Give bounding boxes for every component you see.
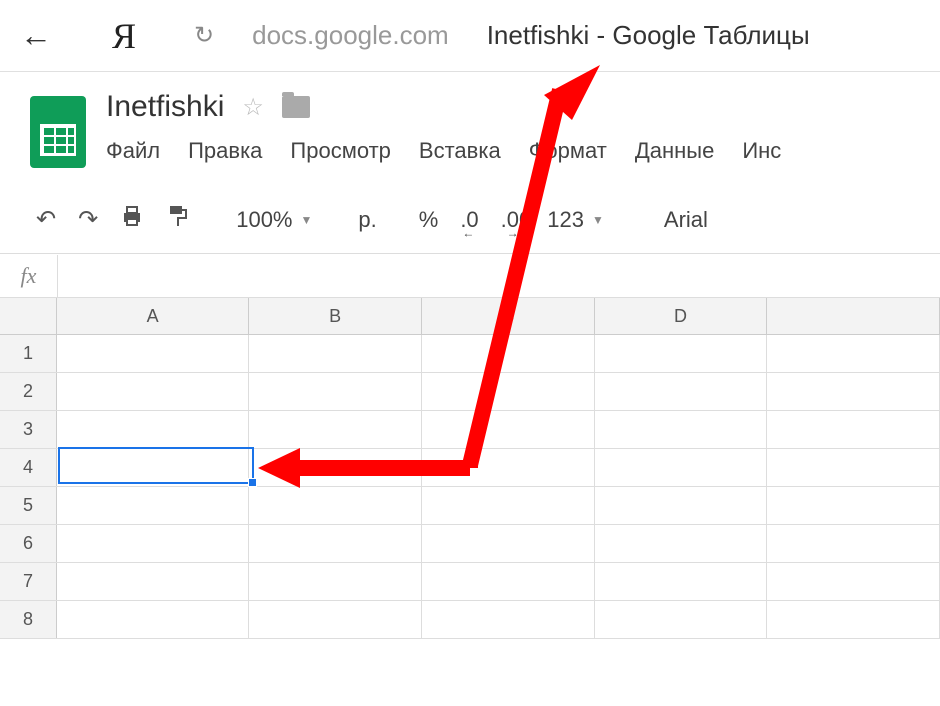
cell-a7[interactable] (57, 563, 249, 600)
cell-c1[interactable] (422, 335, 595, 372)
menu-data[interactable]: Данные (635, 138, 714, 164)
cell-a2[interactable] (57, 373, 249, 410)
cell-a8[interactable] (57, 601, 249, 638)
url-text[interactable]: docs.google.com (252, 20, 449, 51)
cell-e5[interactable] (767, 487, 940, 524)
cell-d5[interactable] (595, 487, 768, 524)
menu-insert[interactable]: Вставка (419, 138, 501, 164)
cell-d2[interactable] (595, 373, 768, 410)
yandex-logo-icon[interactable]: Я (92, 15, 156, 57)
cell-b6[interactable] (249, 525, 422, 562)
row-header-1[interactable]: 1 (0, 335, 57, 372)
row-header-3[interactable]: 3 (0, 411, 57, 448)
dropdown-arrow-icon: ▼ (301, 213, 313, 227)
cell-a4[interactable] (57, 449, 249, 486)
undo-icon[interactable]: ↶ (30, 201, 62, 238)
cell-d1[interactable] (595, 335, 768, 372)
cell-b8[interactable] (249, 601, 422, 638)
menu-tools[interactable]: Инс (742, 138, 781, 164)
cell-b1[interactable] (249, 335, 422, 372)
cell-b4[interactable] (249, 449, 422, 486)
cell-e2[interactable] (767, 373, 940, 410)
cell-e6[interactable] (767, 525, 940, 562)
column-header-a[interactable]: A (57, 298, 249, 334)
row-header-2[interactable]: 2 (0, 373, 57, 410)
formula-input[interactable] (58, 254, 940, 297)
column-header-e[interactable] (767, 298, 940, 334)
zoom-dropdown[interactable]: 100% ▼ (236, 207, 312, 233)
menu-edit[interactable]: Правка (188, 138, 262, 164)
cell-e3[interactable] (767, 411, 940, 448)
column-header-c[interactable]: C (422, 298, 595, 334)
row-header-6[interactable]: 6 (0, 525, 57, 562)
document-title[interactable]: Inetfishki (106, 90, 224, 124)
increase-decimal-button[interactable]: .00→ (495, 207, 538, 233)
cell-a1[interactable] (57, 335, 249, 372)
cell-d6[interactable] (595, 525, 768, 562)
cell-c2[interactable] (422, 373, 595, 410)
column-header-d[interactable]: D (595, 298, 768, 334)
menu-file[interactable]: Файл (106, 138, 160, 164)
reload-icon[interactable]: ↻ (186, 21, 222, 50)
redo-icon[interactable]: ↷ (72, 201, 104, 238)
menu-view[interactable]: Просмотр (290, 138, 390, 164)
cell-c8[interactable] (422, 601, 595, 638)
menu-bar: Файл Правка Просмотр Вставка Формат Данн… (106, 138, 781, 164)
cell-c5[interactable] (422, 487, 595, 524)
cell-d7[interactable] (595, 563, 768, 600)
currency-button[interactable]: р. (352, 207, 382, 233)
zoom-value: 100% (236, 207, 292, 233)
page-title: Inetfishki - Google Таблицы (487, 20, 810, 51)
cell-b3[interactable] (249, 411, 422, 448)
row-header-5[interactable]: 5 (0, 487, 57, 524)
cell-a5[interactable] (57, 487, 249, 524)
formula-bar: fx (0, 254, 940, 298)
dropdown-arrow-icon: ▼ (592, 213, 604, 227)
row-header-7[interactable]: 7 (0, 563, 57, 600)
font-dropdown[interactable]: Arial (644, 207, 728, 233)
star-icon[interactable]: ☆ (242, 93, 264, 122)
column-header-b[interactable]: B (249, 298, 422, 334)
print-icon[interactable] (114, 201, 150, 238)
browser-bar: ← Я ↻ docs.google.com Inetfishki - Googl… (0, 0, 940, 72)
document-header: Inetfishki ☆ Файл Правка Просмотр Вставк… (0, 72, 940, 168)
fx-label[interactable]: fx (0, 255, 58, 297)
cell-c7[interactable] (422, 563, 595, 600)
cell-b5[interactable] (249, 487, 422, 524)
cell-a3[interactable] (57, 411, 249, 448)
row-header-8[interactable]: 8 (0, 601, 57, 638)
cell-b2[interactable] (249, 373, 422, 410)
percent-button[interactable]: % (413, 207, 445, 233)
cell-e1[interactable] (767, 335, 940, 372)
back-icon[interactable]: ← (10, 17, 62, 54)
row-header-4[interactable]: 4 (0, 449, 57, 486)
number-format-dropdown[interactable]: 123 ▼ (547, 207, 604, 233)
cell-b7[interactable] (249, 563, 422, 600)
cell-d8[interactable] (595, 601, 768, 638)
cell-d4[interactable] (595, 449, 768, 486)
decrease-decimal-button[interactable]: .0← (454, 207, 484, 233)
cell-d3[interactable] (595, 411, 768, 448)
cell-c6[interactable] (422, 525, 595, 562)
folder-icon[interactable] (282, 96, 310, 118)
cell-c4[interactable] (422, 449, 595, 486)
select-all-corner[interactable] (0, 298, 57, 334)
sheets-logo-icon[interactable] (30, 96, 86, 168)
cell-c3[interactable] (422, 411, 595, 448)
menu-format[interactable]: Формат (529, 138, 607, 164)
cell-e7[interactable] (767, 563, 940, 600)
toolbar: ↶ ↷ 100% ▼ р. % .0← .00→ 123 ▼ Arial (0, 186, 940, 254)
paint-format-icon[interactable] (160, 200, 196, 239)
cell-e8[interactable] (767, 601, 940, 638)
cell-e4[interactable] (767, 449, 940, 486)
cell-a6[interactable] (57, 525, 249, 562)
spreadsheet-grid: A B C D 1 2 3 4 5 6 7 8 (0, 298, 940, 639)
